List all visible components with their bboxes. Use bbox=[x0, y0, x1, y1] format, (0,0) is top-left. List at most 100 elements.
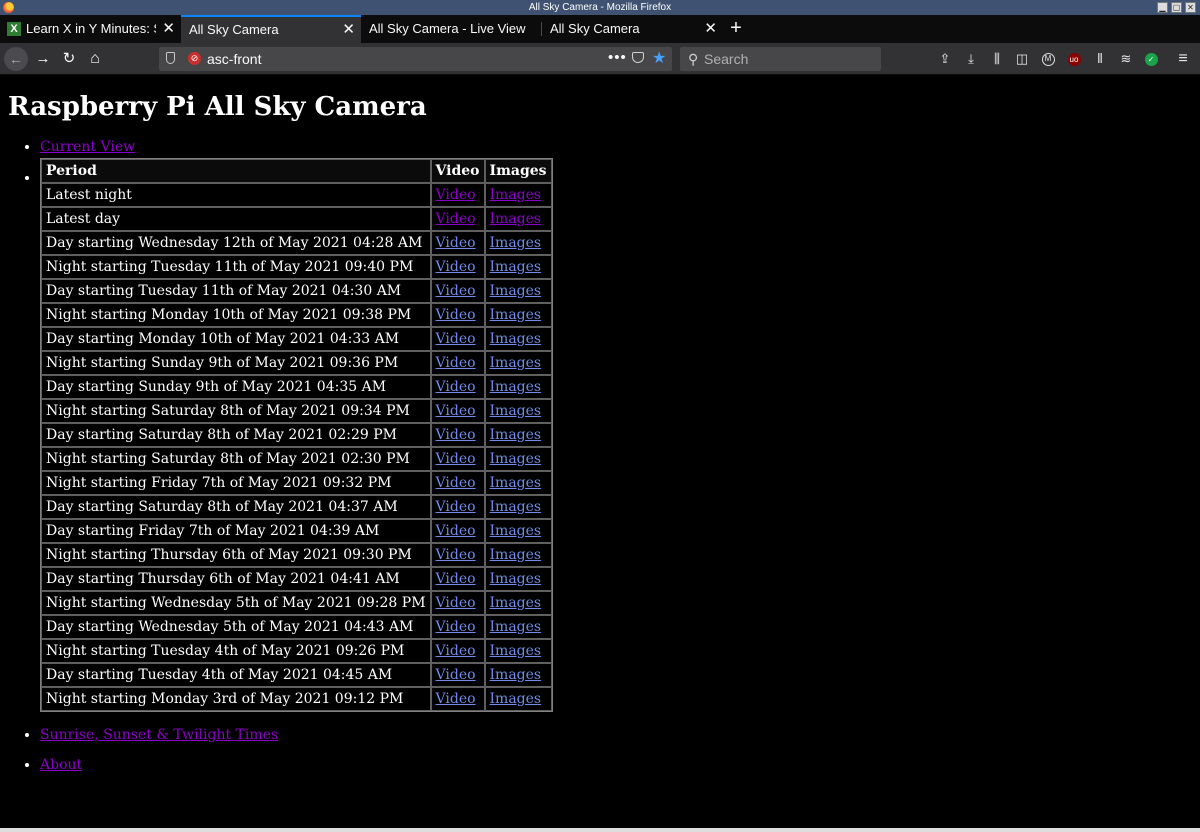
site-identity-icon[interactable]: ⊘ bbox=[188, 52, 201, 65]
video-link[interactable]: Video bbox=[436, 355, 476, 371]
period-cell: Day starting Saturday 8th of May 2021 02… bbox=[41, 423, 431, 447]
back-arrow-icon[interactable]: ← bbox=[4, 47, 28, 71]
images-link[interactable]: Images bbox=[490, 235, 542, 251]
images-link[interactable]: Images bbox=[490, 427, 542, 443]
window-minimize-button[interactable]: ▁ bbox=[1157, 2, 1168, 13]
table-row: Night starting Sunday 9th of May 2021 09… bbox=[41, 351, 552, 375]
close-tab-icon[interactable]: ✕ bbox=[704, 15, 717, 43]
tab-all-sky-camera-active[interactable]: All Sky Camera ✕ bbox=[181, 15, 361, 43]
more-actions-icon[interactable]: ••• bbox=[608, 47, 627, 69]
extension-bars-icon[interactable]: ⦀ bbox=[1089, 47, 1111, 71]
tab-label: All Sky Camera bbox=[550, 21, 640, 36]
download-icon[interactable]: ⤓ bbox=[960, 47, 982, 71]
video-link[interactable]: Video bbox=[436, 619, 476, 635]
close-tab-icon[interactable]: ✕ bbox=[162, 15, 175, 43]
extension-m-icon[interactable]: M bbox=[1037, 47, 1059, 71]
reload-icon[interactable]: ↻ bbox=[57, 47, 81, 71]
about-link[interactable]: About bbox=[40, 757, 82, 773]
video-link[interactable]: Video bbox=[436, 523, 476, 539]
video-link[interactable]: Video bbox=[436, 571, 476, 587]
video-link[interactable]: Video bbox=[436, 331, 476, 347]
video-link[interactable]: Video bbox=[436, 595, 476, 611]
video-link[interactable]: Video bbox=[436, 643, 476, 659]
images-link[interactable]: Images bbox=[490, 499, 542, 515]
video-link[interactable]: Video bbox=[436, 283, 476, 299]
images-link[interactable]: Images bbox=[490, 475, 542, 491]
window-maximize-button[interactable]: ▢ bbox=[1171, 2, 1182, 13]
extension-green-icon[interactable]: ✓ bbox=[1140, 47, 1162, 71]
video-link[interactable]: Video bbox=[436, 259, 476, 275]
video-link[interactable]: Video bbox=[436, 211, 476, 227]
images-link[interactable]: Images bbox=[490, 451, 542, 467]
url-text[interactable]: asc-front bbox=[207, 47, 261, 71]
period-cell: Day starting Wednesday 5th of May 2021 0… bbox=[41, 615, 431, 639]
extension-scribble-icon[interactable]: ≋ bbox=[1115, 47, 1137, 71]
library-icon[interactable]: ⫼ bbox=[986, 47, 1008, 71]
tab-strip: X Learn X in Y Minutes: S ✕ All Sky Came… bbox=[0, 15, 1200, 43]
bookmark-star-icon[interactable]: ★ bbox=[652, 47, 666, 71]
nav-item-sunrise: Sunrise, Sunset & Twilight Times bbox=[40, 727, 553, 744]
sidebar-icon[interactable]: ◫ bbox=[1011, 47, 1033, 71]
current-view-link[interactable]: Current View bbox=[40, 139, 135, 155]
images-link[interactable]: Images bbox=[490, 283, 542, 299]
period-cell: Night starting Tuesday 4th of May 2021 0… bbox=[41, 639, 431, 663]
url-bar[interactable]: ⊘ asc-front ••• ★ bbox=[159, 47, 672, 71]
video-cell: Video bbox=[430, 471, 485, 495]
pocket-icon[interactable] bbox=[632, 52, 644, 63]
video-link[interactable]: Video bbox=[436, 403, 476, 419]
video-link[interactable]: Video bbox=[436, 307, 476, 323]
images-link[interactable]: Images bbox=[490, 211, 542, 227]
images-link[interactable]: Images bbox=[490, 547, 542, 563]
images-link[interactable]: Images bbox=[490, 379, 542, 395]
video-link[interactable]: Video bbox=[436, 691, 476, 707]
video-link[interactable]: Video bbox=[436, 427, 476, 443]
ublock-icon[interactable]: uo bbox=[1063, 47, 1085, 71]
images-link[interactable]: Images bbox=[490, 187, 542, 203]
tab-all-sky-camera-live-view[interactable]: All Sky Camera - Live View bbox=[361, 15, 542, 43]
home-icon[interactable]: ⌂ bbox=[83, 47, 107, 71]
images-link[interactable]: Images bbox=[490, 643, 542, 659]
upload-icon[interactable]: ⇪ bbox=[934, 47, 956, 71]
period-cell: Day starting Tuesday 11th of May 2021 04… bbox=[41, 279, 431, 303]
video-link[interactable]: Video bbox=[436, 235, 476, 251]
shield-icon[interactable] bbox=[166, 52, 175, 64]
video-cell: Video bbox=[430, 495, 485, 519]
video-link[interactable]: Video bbox=[436, 187, 476, 203]
forward-arrow-icon[interactable]: → bbox=[31, 47, 55, 71]
video-cell: Video bbox=[430, 687, 485, 711]
video-link[interactable]: Video bbox=[436, 475, 476, 491]
video-link[interactable]: Video bbox=[436, 379, 476, 395]
window-close-button[interactable]: ✕ bbox=[1185, 2, 1196, 13]
images-link[interactable]: Images bbox=[490, 307, 542, 323]
images-link[interactable]: Images bbox=[490, 523, 542, 539]
video-link[interactable]: Video bbox=[436, 499, 476, 515]
sunrise-times-link[interactable]: Sunrise, Sunset & Twilight Times bbox=[40, 727, 278, 743]
period-cell: Night starting Sunday 9th of May 2021 09… bbox=[41, 351, 431, 375]
video-link[interactable]: Video bbox=[436, 547, 476, 563]
video-link[interactable]: Video bbox=[436, 667, 476, 683]
images-link[interactable]: Images bbox=[490, 331, 542, 347]
search-icon: ⚲ bbox=[688, 51, 699, 67]
images-link[interactable]: Images bbox=[490, 571, 542, 587]
images-link[interactable]: Images bbox=[490, 403, 542, 419]
images-link[interactable]: Images bbox=[490, 355, 542, 371]
search-input[interactable] bbox=[704, 49, 874, 69]
close-tab-icon[interactable]: ✕ bbox=[342, 17, 355, 43]
images-link[interactable]: Images bbox=[490, 691, 542, 707]
images-link[interactable]: Images bbox=[490, 619, 542, 635]
images-link[interactable]: Images bbox=[490, 595, 542, 611]
video-cell: Video bbox=[430, 327, 485, 351]
images-cell: Images bbox=[484, 591, 552, 615]
period-cell: Day starting Monday 10th of May 2021 04:… bbox=[41, 327, 431, 351]
video-cell: Video bbox=[430, 207, 485, 231]
search-box[interactable]: ⚲ bbox=[680, 47, 881, 71]
new-tab-button[interactable]: + bbox=[725, 15, 747, 43]
nav-item-current-view: Current View bbox=[40, 139, 553, 156]
video-link[interactable]: Video bbox=[436, 451, 476, 467]
tab-learn-x[interactable]: X Learn X in Y Minutes: S ✕ bbox=[0, 15, 181, 43]
tab-all-sky-camera-2[interactable]: All Sky Camera ✕ bbox=[542, 15, 723, 43]
video-cell: Video bbox=[430, 591, 485, 615]
images-link[interactable]: Images bbox=[490, 259, 542, 275]
menu-icon[interactable]: ≡ bbox=[1172, 47, 1194, 71]
images-link[interactable]: Images bbox=[490, 667, 542, 683]
